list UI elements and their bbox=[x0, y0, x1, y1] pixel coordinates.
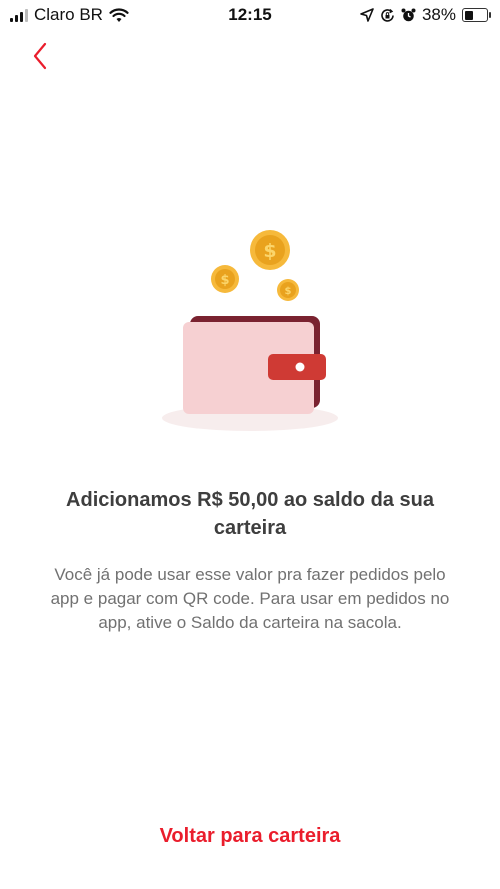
alarm-icon bbox=[401, 8, 416, 21]
coin-small-left-icon: $ bbox=[211, 265, 239, 293]
status-bar: Claro BR 12:15 38% bbox=[0, 0, 500, 30]
location-icon bbox=[360, 8, 374, 22]
chevron-left-icon bbox=[33, 42, 47, 70]
back-button[interactable] bbox=[22, 36, 58, 76]
coin-large-icon: $ bbox=[250, 230, 290, 270]
coin-small-right-icon: $ bbox=[277, 279, 299, 301]
screen-lock-icon bbox=[381, 8, 394, 22]
wallet-icon bbox=[183, 316, 326, 414]
battery-percentage: 38% bbox=[421, 5, 456, 24]
battery-icon bbox=[462, 8, 491, 22]
wallet-coins-illustration: $ $ $ bbox=[162, 230, 338, 431]
svg-text:$: $ bbox=[220, 273, 229, 288]
status-right: 38% bbox=[360, 5, 491, 25]
svg-text:$: $ bbox=[263, 240, 276, 262]
svg-text:$: $ bbox=[285, 286, 292, 297]
confirmation-title: Adicionamos R$ 50,00 ao saldo da sua car… bbox=[66, 489, 434, 539]
back-to-wallet-button[interactable]: Voltar para carteira bbox=[0, 825, 500, 848]
confirmation-description: Você já pode usar esse valor pra fazer p… bbox=[50, 565, 450, 632]
